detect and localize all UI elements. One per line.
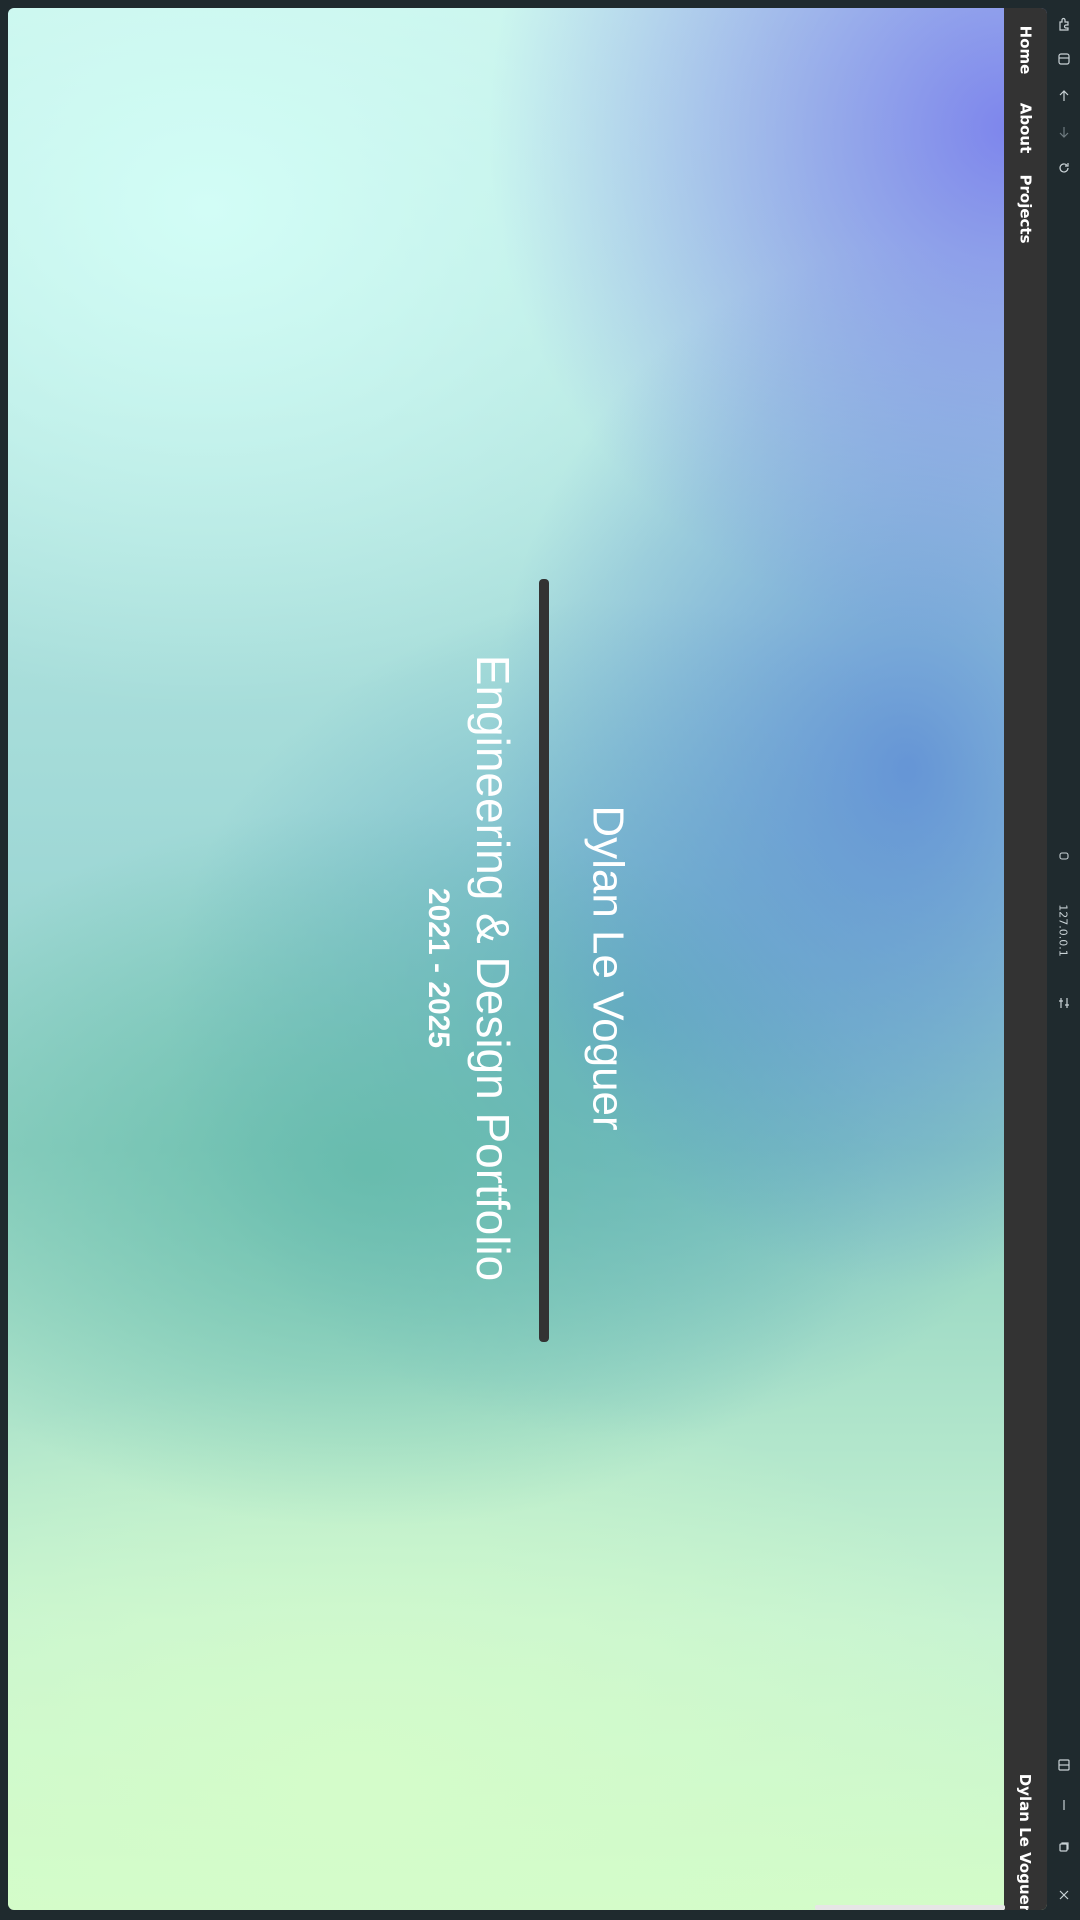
nav-item-label: Projects xyxy=(1016,174,1035,244)
hero-title-text: Dylan Le Voguer xyxy=(584,805,633,1131)
hero-divider xyxy=(539,579,549,1342)
hero-years: 2021 - 2025 xyxy=(413,878,463,1058)
hero-section: Dylan Le Voguer Engineering & Design Por… xyxy=(8,8,1047,1910)
hero-years-text: 2021 - 2025 xyxy=(422,887,456,1049)
hero-title: Dylan Le Voguer xyxy=(573,793,643,1143)
url-text[interactable]: 127.0.0.1 xyxy=(1047,900,1080,960)
nav-item-about[interactable]: About xyxy=(1004,98,1047,158)
minimize-icon[interactable] xyxy=(1047,1793,1080,1817)
nav-item-label: Home xyxy=(1016,25,1035,75)
browser-toolbar: 127.0.0.1 xyxy=(1047,0,1080,1920)
page-viewport: Dylan Le Voguer Engineering & Design Por… xyxy=(8,8,1047,1910)
split-icon[interactable] xyxy=(1047,1753,1080,1777)
close-icon[interactable] xyxy=(1047,1883,1080,1907)
restore-icon[interactable] xyxy=(1047,1835,1080,1859)
arrow-up-icon[interactable] xyxy=(1047,84,1080,108)
horizontal-scrollbar[interactable] xyxy=(815,1905,1005,1910)
arrow-down-icon[interactable] xyxy=(1047,120,1080,144)
nav-item-home[interactable]: Home xyxy=(1004,22,1047,78)
puzzle-icon[interactable] xyxy=(1047,12,1080,36)
nav-item-projects[interactable]: Projects xyxy=(1004,173,1047,245)
site-name-link[interactable]: Dylan Le Voguer xyxy=(1004,1774,1047,1910)
sidebar-icon[interactable] xyxy=(1047,47,1080,71)
hero-subtitle: Engineering & Design Portfolio xyxy=(463,638,523,1298)
hero-subtitle-text: Engineering & Design Portfolio xyxy=(467,654,520,1282)
tune-icon[interactable] xyxy=(1047,991,1080,1015)
browser-window: Dylan Le Voguer Engineering & Design Por… xyxy=(0,0,1080,1920)
nav-item-label: About xyxy=(1016,102,1035,154)
reload-icon[interactable] xyxy=(1047,156,1080,180)
site-info-icon[interactable] xyxy=(1047,844,1080,868)
site-nav: Home About Projects Dylan Le Voguer xyxy=(1004,8,1047,1910)
site-name-text: Dylan Le Voguer xyxy=(1016,1773,1035,1910)
url-text-value: 127.0.0.1 xyxy=(1057,903,1071,957)
